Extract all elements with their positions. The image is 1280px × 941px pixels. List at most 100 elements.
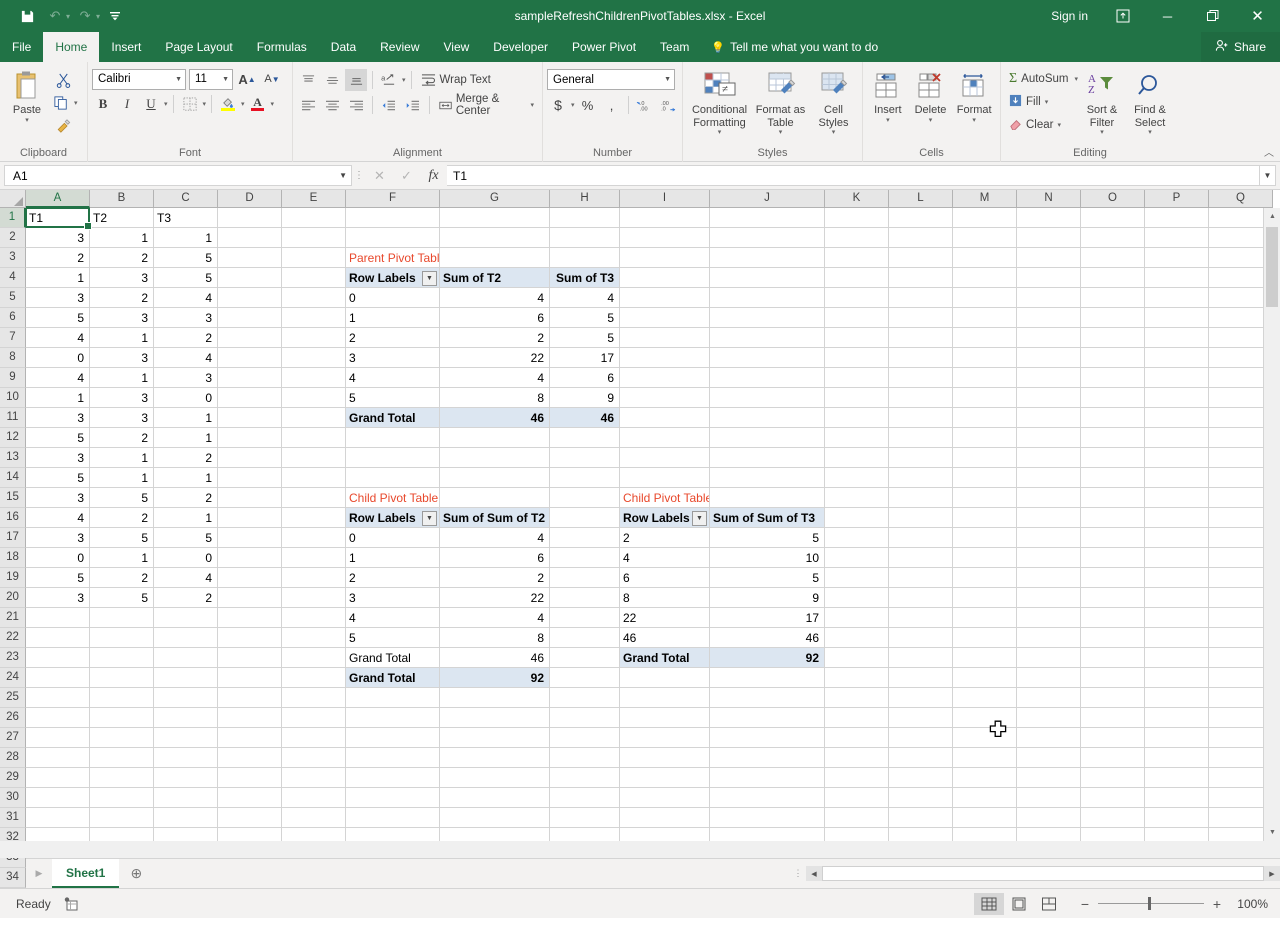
cell[interactable] [282, 268, 346, 288]
cell[interactable] [620, 368, 710, 388]
paste-button[interactable]: Paste ▾ [4, 65, 50, 125]
cell[interactable] [282, 408, 346, 428]
cell[interactable] [1017, 208, 1081, 228]
row-header-7[interactable]: 7 [0, 328, 26, 348]
cell[interactable] [825, 568, 889, 588]
cell[interactable] [1145, 608, 1209, 628]
source-cell[interactable]: 3 [26, 528, 90, 548]
cell[interactable] [1017, 468, 1081, 488]
cell[interactable] [282, 548, 346, 568]
source-cell[interactable]: 5 [154, 248, 218, 268]
cell[interactable] [550, 548, 620, 568]
cell[interactable] [1017, 508, 1081, 528]
number-format-dropdown-arrow[interactable]: ▼ [664, 76, 671, 83]
cell[interactable] [710, 368, 825, 388]
cell[interactable] [550, 468, 620, 488]
underline-button[interactable]: U [140, 93, 162, 115]
cell[interactable] [550, 528, 620, 548]
underline-dropdown-arrow[interactable]: ▾ [164, 100, 168, 108]
column-header-e[interactable]: E [282, 190, 346, 208]
zoom-slider-thumb[interactable] [1148, 897, 1151, 910]
cell[interactable] [620, 708, 710, 728]
cell[interactable] [440, 728, 550, 748]
borders-button[interactable] [179, 93, 201, 115]
cell[interactable] [1017, 648, 1081, 668]
cell[interactable] [889, 828, 953, 841]
cell[interactable] [825, 708, 889, 728]
cell[interactable] [825, 588, 889, 608]
cell[interactable] [953, 648, 1017, 668]
cell[interactable] [440, 748, 550, 768]
source-cell[interactable]: 1 [154, 508, 218, 528]
child-pivot-right-grand-total-value[interactable]: 92 [710, 648, 825, 668]
source-cell[interactable]: 3 [26, 448, 90, 468]
source-cell[interactable]: 4 [26, 328, 90, 348]
cell[interactable] [710, 288, 825, 308]
cell[interactable] [953, 348, 1017, 368]
cell[interactable] [953, 208, 1017, 228]
cell[interactable] [825, 808, 889, 828]
cell[interactable] [282, 668, 346, 688]
tab-power-pivot[interactable]: Power Pivot [560, 32, 648, 62]
cell[interactable] [218, 508, 282, 528]
cell[interactable] [1209, 508, 1263, 528]
cell[interactable] [825, 408, 889, 428]
cell[interactable] [346, 428, 440, 448]
cell[interactable] [282, 788, 346, 808]
cell[interactable] [1209, 828, 1263, 841]
cell[interactable] [282, 728, 346, 748]
parent-pivot-value[interactable]: 4 [440, 288, 550, 308]
cell[interactable] [825, 448, 889, 468]
cell[interactable] [825, 328, 889, 348]
source-cell[interactable]: 5 [154, 528, 218, 548]
cell[interactable] [282, 388, 346, 408]
source-cell[interactable]: 2 [90, 288, 154, 308]
cell[interactable] [1145, 748, 1209, 768]
source-cell[interactable]: 3 [90, 408, 154, 428]
cell[interactable] [710, 388, 825, 408]
cell[interactable] [26, 768, 90, 788]
cell[interactable] [1145, 568, 1209, 588]
cell[interactable] [1081, 408, 1145, 428]
cell[interactable] [550, 688, 620, 708]
cell[interactable] [550, 208, 620, 228]
align-center-icon[interactable] [321, 94, 343, 116]
cell[interactable] [825, 288, 889, 308]
align-middle-icon[interactable] [321, 69, 343, 91]
cell[interactable] [710, 688, 825, 708]
source-cell[interactable]: 0 [154, 388, 218, 408]
cell[interactable] [825, 668, 889, 688]
cell[interactable] [710, 708, 825, 728]
cell[interactable] [620, 728, 710, 748]
cell[interactable] [1145, 728, 1209, 748]
cell[interactable] [1145, 448, 1209, 468]
cell[interactable] [440, 428, 550, 448]
tab-view[interactable]: View [432, 32, 482, 62]
cell[interactable] [953, 248, 1017, 268]
cell[interactable] [953, 708, 1017, 728]
borders-dropdown-arrow[interactable]: ▾ [203, 100, 207, 108]
cell[interactable] [620, 268, 710, 288]
scroll-down-icon[interactable]: ▼ [1264, 824, 1280, 841]
insert-function-icon[interactable]: fx [420, 165, 447, 187]
customize-quick-access-toolbar-icon[interactable] [102, 4, 128, 28]
source-cell[interactable]: 3 [90, 348, 154, 368]
row-header-19[interactable]: 19 [0, 568, 26, 588]
cell[interactable] [1017, 288, 1081, 308]
cell[interactable] [710, 228, 825, 248]
cell[interactable] [440, 468, 550, 488]
row-header-13[interactable]: 13 [0, 448, 26, 468]
child-pivot-right-title[interactable]: Child Pivot Table [620, 488, 710, 508]
collapse-ribbon-icon[interactable]: ︿ [1264, 144, 1274, 159]
undo-icon[interactable]: ↶ [42, 4, 68, 28]
child-pivot-right-filter-button[interactable]: ▼ [692, 511, 707, 526]
cell[interactable] [1081, 808, 1145, 828]
cell[interactable] [218, 628, 282, 648]
cell[interactable] [218, 488, 282, 508]
cell[interactable] [26, 668, 90, 688]
cell[interactable] [1017, 748, 1081, 768]
parent-pivot-value[interactable]: 9 [550, 388, 620, 408]
sort-filter-dropdown-arrow[interactable]: ▾ [1100, 129, 1104, 137]
cell[interactable] [440, 768, 550, 788]
cell[interactable] [550, 668, 620, 688]
